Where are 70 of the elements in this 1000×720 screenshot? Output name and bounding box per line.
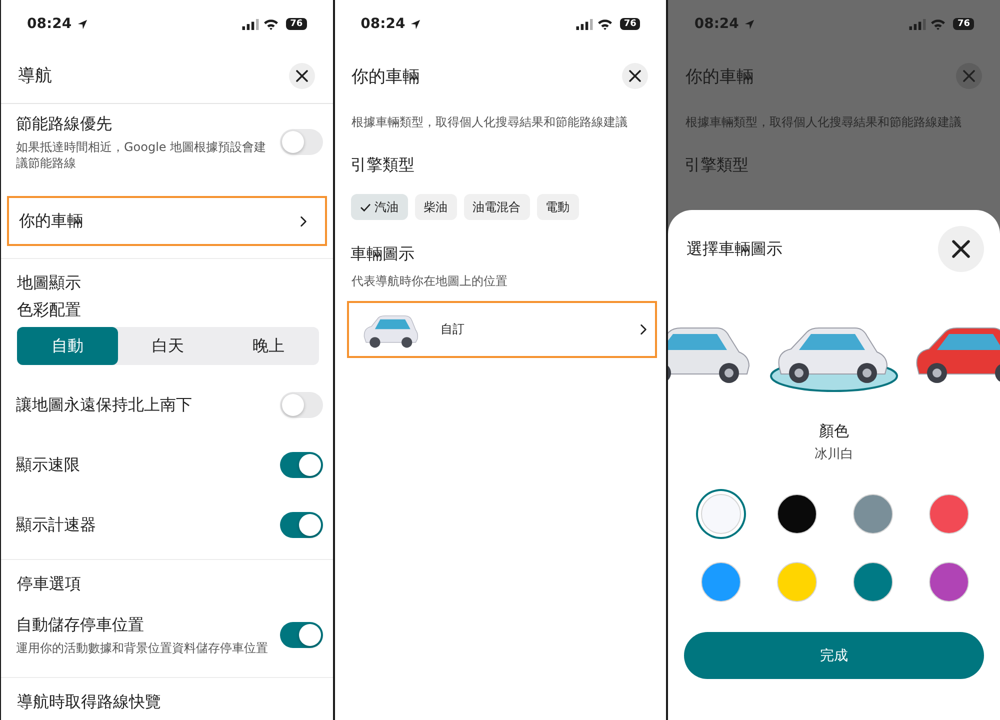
section-description: 代表導航時你在地圖上的位置 — [352, 273, 509, 290]
battery-indicator: 76 — [953, 18, 974, 30]
close-icon — [963, 70, 976, 82]
segment-option[interactable]: 白天 — [118, 327, 218, 365]
color-swatch[interactable] — [777, 562, 818, 602]
color-swatch[interactable] — [777, 494, 818, 534]
close-button[interactable] — [938, 226, 984, 272]
section-heading: 引擎類型 — [350, 155, 416, 176]
segment-option[interactable]: 自動 — [17, 327, 118, 365]
color-swatch[interactable] — [701, 562, 742, 602]
done-button[interactable]: 完成 — [684, 632, 984, 679]
sheet-title: 選擇車輛圖示 — [686, 238, 782, 260]
color-swatch[interactable] — [929, 494, 970, 534]
engine-type-chip[interactable]: 柴油 — [414, 194, 457, 220]
toggle-switch[interactable] — [280, 452, 323, 478]
close-icon — [629, 70, 642, 82]
location-arrow-icon — [410, 18, 422, 30]
screen-description: 根據車輛類型，取得個人化搜尋結果和節能路線建議 — [352, 114, 629, 131]
vehicle-icon-row[interactable]: 自訂 — [346, 301, 657, 358]
screen-title: 你的車輛 — [352, 66, 420, 88]
status-time: 08:24 — [694, 16, 739, 32]
close-button[interactable] — [288, 62, 315, 88]
toggle-switch[interactable] — [280, 129, 323, 155]
setting-label: 節能路線優先 — [16, 114, 113, 134]
section-heading: 停車選項 — [17, 574, 82, 595]
color-swatch[interactable] — [853, 494, 894, 534]
close-button[interactable] — [622, 63, 648, 89]
wifi-icon — [930, 18, 946, 30]
color-swatch[interactable] — [929, 562, 970, 602]
wifi-icon — [596, 18, 613, 30]
toggle-switch[interactable] — [280, 392, 323, 418]
signal-icon — [242, 18, 260, 30]
setting-label: 顯示速限 — [16, 454, 80, 476]
setting-label: 自動儲存停車位置 — [16, 614, 145, 636]
color-name: 冰川白 — [814, 446, 855, 463]
section-heading: 車輛圖示 — [350, 244, 416, 265]
signal-icon — [576, 18, 593, 30]
setting-description: 如果抵達時間相近，Google 地圖根據預設會建議節能路線 — [16, 138, 268, 170]
color-heading: 顏色 — [818, 422, 850, 441]
battery-indicator: 76 — [286, 18, 307, 30]
battery-indicator: 76 — [620, 18, 640, 30]
engine-type-chip[interactable]: 汽油 — [350, 194, 408, 220]
segment-option[interactable]: 晚上 — [218, 327, 319, 365]
engine-type-chip[interactable]: 電動 — [536, 194, 579, 220]
wifi-icon — [263, 18, 280, 30]
close-icon — [952, 240, 970, 258]
screen-title: 導航 — [18, 65, 52, 87]
location-arrow-icon — [76, 18, 88, 30]
screen-description: 根據車輛類型，取得個人化搜尋結果和節能路線建議 — [685, 114, 962, 131]
color-swatch[interactable] — [853, 562, 894, 602]
section-heading: 引擎類型 — [684, 155, 750, 176]
toggle-switch[interactable] — [280, 512, 323, 538]
section-heading: 導航時取得路線快覽 — [17, 692, 162, 713]
close-icon — [296, 70, 308, 82]
signal-icon — [909, 18, 926, 30]
chevron-right-icon — [300, 216, 307, 226]
settings-link-row[interactable]: 你的車輛 — [7, 196, 327, 246]
check-icon — [360, 202, 371, 212]
setting-description: 運用你的活動數據和背景位置資料儲存停車位置 — [16, 640, 268, 656]
toggle-switch[interactable] — [280, 622, 323, 648]
location-arrow-icon — [744, 18, 755, 30]
setting-label: 色彩配置 — [17, 300, 82, 321]
setting-label: 顯示計速器 — [16, 514, 96, 536]
chevron-right-icon — [640, 324, 647, 335]
engine-type-chip[interactable]: 油電混合 — [464, 194, 530, 220]
status-time: 08:24 — [27, 16, 72, 32]
section-heading: 地圖顯示 — [17, 273, 82, 294]
status-time: 08:24 — [360, 16, 406, 32]
screen-title: 你的車輛 — [685, 66, 754, 88]
setting-label: 讓地圖永遠保持北上南下 — [16, 394, 192, 416]
